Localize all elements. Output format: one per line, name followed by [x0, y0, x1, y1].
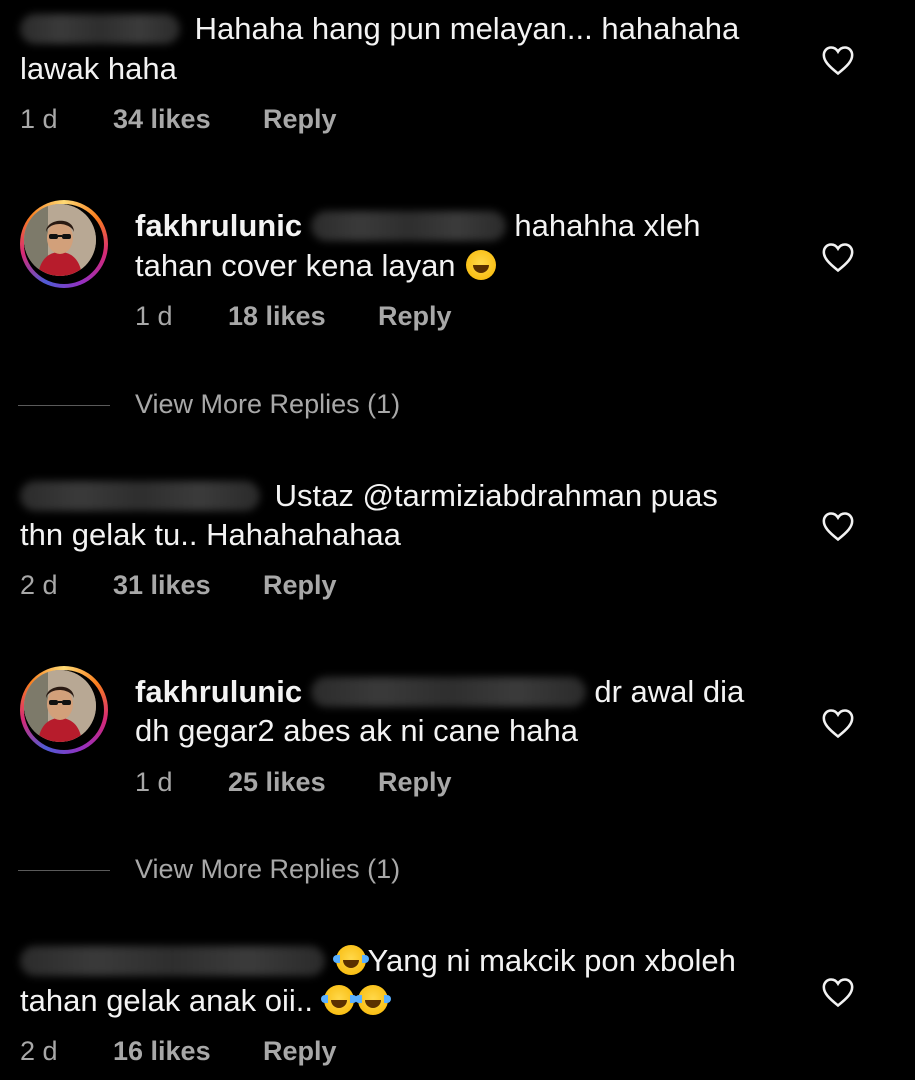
comment-time: 1 d: [135, 767, 173, 797]
divider-line: [18, 870, 110, 871]
comment-text: fakhrulunic dr awal dia: [135, 673, 744, 711]
comment-text-line1: Ustaz @tarmiziabdrahman puas: [274, 478, 718, 513]
comment-text: Yang ni makcik pon xboleh: [20, 942, 736, 980]
likes-count[interactable]: 34 likes: [113, 103, 211, 135]
reply-button[interactable]: Reply: [378, 300, 452, 332]
reply-button[interactable]: Reply: [263, 569, 337, 601]
comment-text-line2: dh gegar2 abes ak ni cane haha: [135, 713, 578, 748]
comment-username[interactable]: fakhrulunic: [135, 208, 302, 243]
avatar-photo: [24, 204, 96, 276]
divider-line: [18, 405, 110, 406]
likes-count[interactable]: 18 likes: [228, 300, 326, 332]
comment-text-line1: hahahha xleh: [514, 208, 701, 243]
heart-outline-icon[interactable]: [821, 44, 855, 76]
comment-text-line2-wrap: tahan cover kena layan: [135, 247, 498, 285]
view-more-replies-button[interactable]: View More Replies (1): [18, 389, 401, 420]
grinning-squinting-face-icon: [466, 250, 497, 280]
likes-count[interactable]: 16 likes: [113, 1035, 211, 1067]
heart-outline-icon[interactable]: [821, 976, 855, 1008]
comment-text-line2: tahan gelak anak oii..: [20, 983, 313, 1018]
blurred-username: [20, 481, 260, 511]
view-more-replies-label: View More Replies (1): [135, 854, 401, 884]
comment-text-line2: thn gelak tu.. Hahahahahaa: [20, 517, 401, 552]
reply-button[interactable]: Reply: [263, 103, 337, 135]
heart-outline-icon[interactable]: [821, 510, 855, 542]
view-more-replies-label: View More Replies (1): [135, 389, 401, 419]
face-with-tears-of-joy-icon: [320, 985, 357, 1015]
heart-outline-icon[interactable]: [821, 241, 855, 273]
view-more-replies-button[interactable]: View More Replies (1): [18, 854, 401, 885]
comment-text-line2-wrap: tahan gelak anak oii..: [20, 982, 391, 1020]
comment-text-line2: tahan cover kena layan: [135, 248, 456, 283]
likes-count[interactable]: 31 likes: [113, 569, 211, 601]
avatar[interactable]: [20, 666, 108, 754]
comment-text: Hahaha hang pun melayan... hahahaha: [20, 10, 739, 48]
comment-time: 2 d: [20, 570, 58, 600]
heart-outline-icon[interactable]: [821, 707, 855, 739]
comment-time: 1 d: [135, 301, 173, 331]
blurred-username: [20, 14, 180, 44]
comment-text-line1: Hahaha hang pun melayan... hahahaha: [194, 11, 740, 46]
blurred-mention: [310, 211, 506, 241]
blurred-mention: [310, 677, 586, 707]
likes-count[interactable]: 25 likes: [228, 766, 326, 798]
comment-text-line1: dr awal dia: [594, 674, 745, 709]
avatar-photo: [24, 670, 96, 742]
comment-username[interactable]: fakhrulunic: [135, 674, 302, 709]
comment-text-line1: Yang ni makcik pon xboleh: [367, 943, 736, 978]
comment-time: 1 d: [20, 104, 58, 134]
comment-text-line2: lawak haha: [20, 51, 177, 86]
face-with-tears-of-joy-icon: [354, 985, 391, 1015]
comment-text: Ustaz @tarmiziabdrahman puas: [20, 477, 718, 515]
reply-button[interactable]: Reply: [378, 766, 452, 798]
comment-text: fakhrulunic hahahha xleh: [135, 207, 701, 245]
face-with-tears-of-joy-icon: [332, 945, 369, 975]
comment-time: 2 d: [20, 1036, 58, 1066]
avatar[interactable]: [20, 200, 108, 288]
blurred-username: [20, 946, 325, 976]
reply-button[interactable]: Reply: [263, 1035, 337, 1067]
